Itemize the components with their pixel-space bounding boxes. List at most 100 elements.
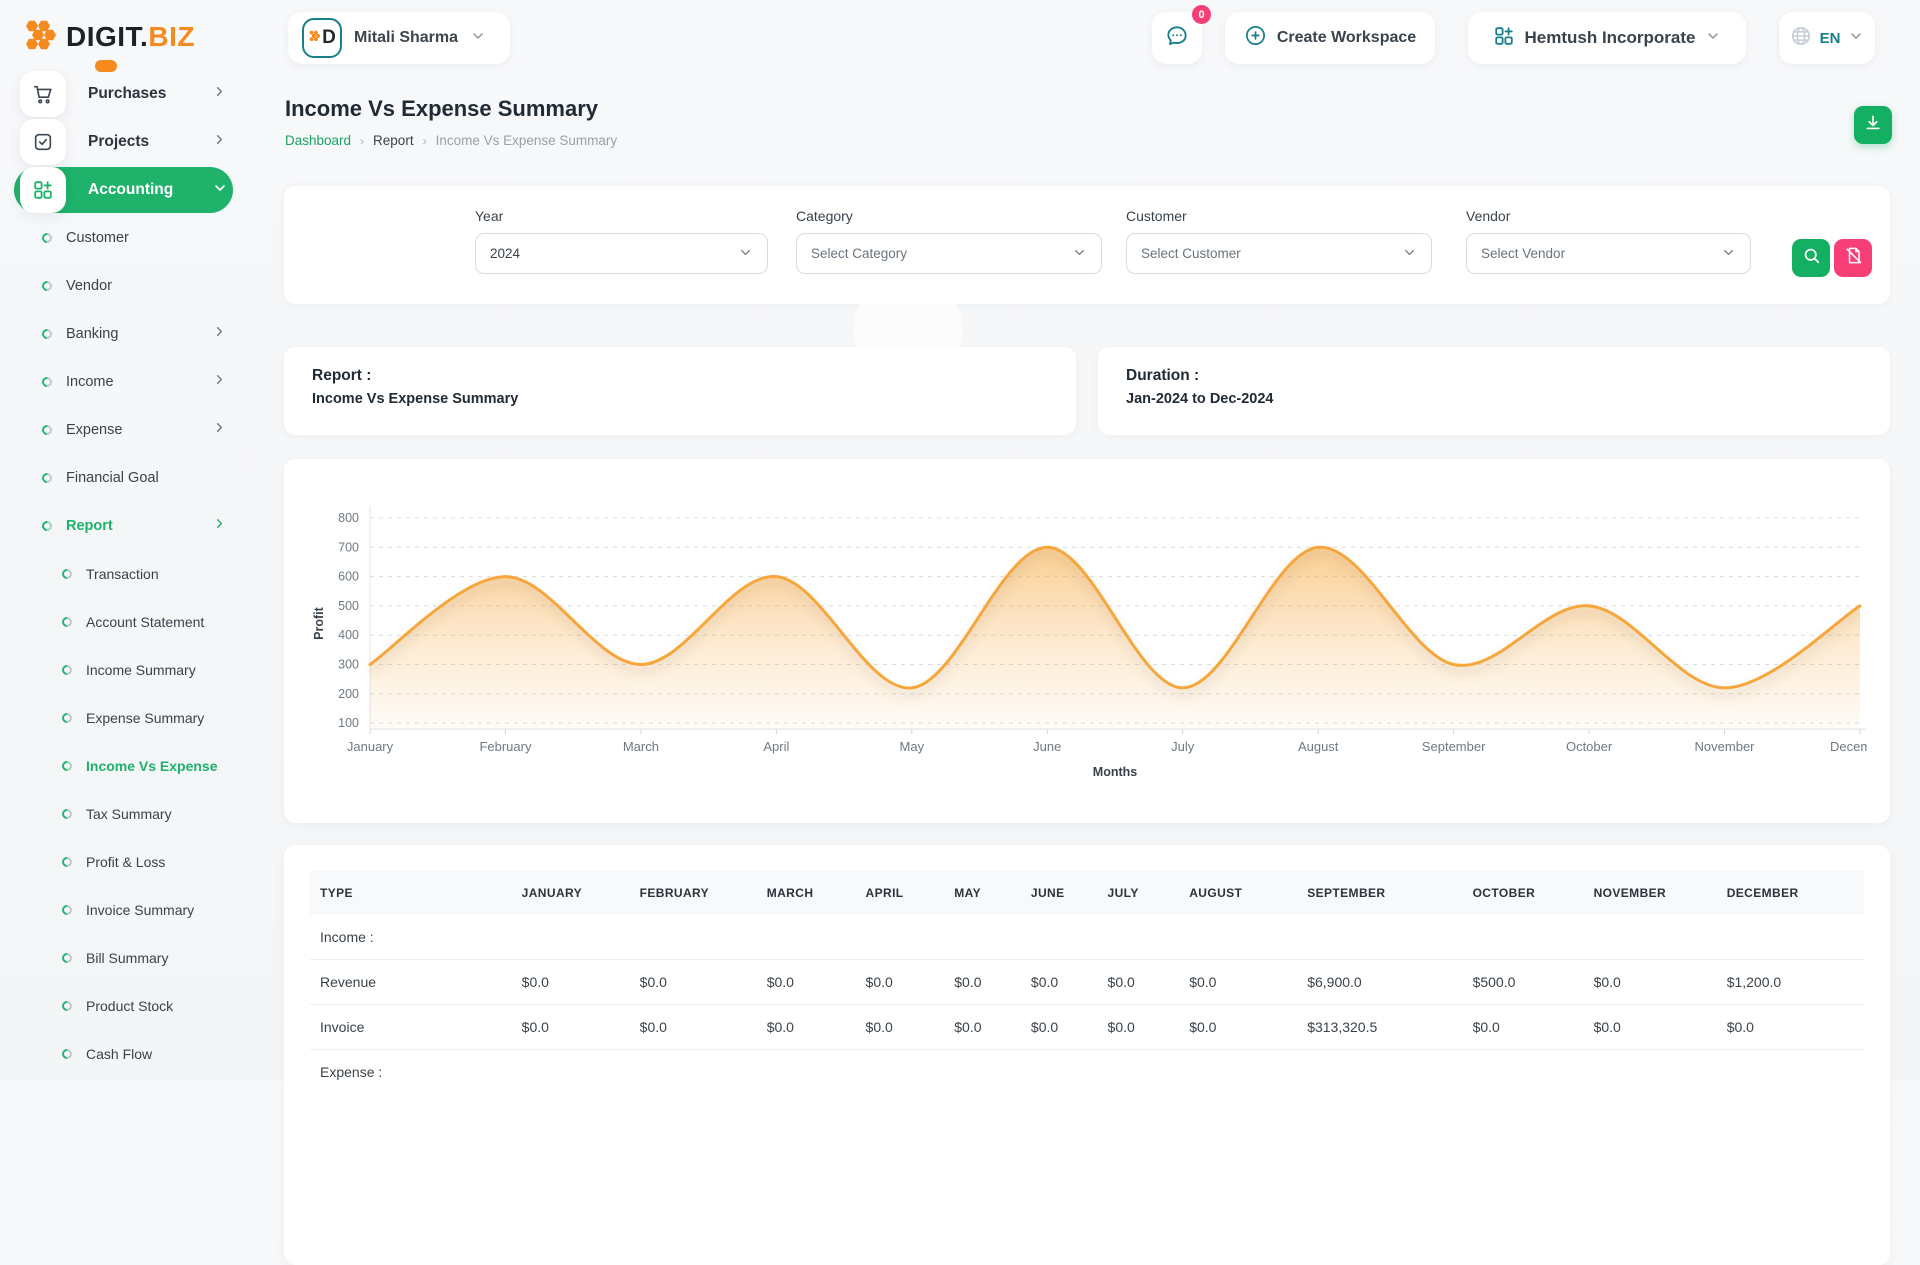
table-header-july: JULY: [1098, 871, 1180, 915]
cart-icon: [20, 71, 66, 117]
customer-label: Customer: [1126, 208, 1432, 224]
cell-value: $6,900.0: [1297, 960, 1462, 1005]
sidebar-item-income[interactable]: Income: [0, 358, 284, 406]
globe-icon: [1790, 25, 1812, 51]
table-header-september: SEPTEMBER: [1297, 871, 1462, 915]
year-select[interactable]: 2024: [475, 233, 768, 274]
sidebar-item-purchases[interactable]: Purchases: [0, 70, 284, 118]
avatar: D: [302, 18, 342, 58]
workspace-selector[interactable]: Hemtush Incorporate: [1468, 12, 1746, 64]
sidebar-item-cash-flow[interactable]: Cash Flow: [0, 1030, 284, 1078]
sidebar-item-label: Customer: [66, 230, 129, 246]
apply-filter-button[interactable]: [1792, 239, 1830, 277]
bullet-icon: [60, 711, 74, 725]
sidebar-item-label: Invoice Summary: [86, 902, 194, 918]
svg-text:January: January: [347, 739, 394, 754]
breadcrumb: Dashboard › Report › Income Vs Expense S…: [285, 133, 617, 148]
sidebar-item-projects[interactable]: Projects: [0, 118, 284, 166]
chevron-right-icon: [212, 84, 227, 104]
sidebar-item-label: Income Vs Expense: [86, 758, 218, 774]
income-expense-table: TYPEJANUARYFEBRUARYMARCHAPRILMAYJUNEJULY…: [310, 871, 1864, 1094]
bullet-icon: [60, 615, 74, 629]
breadcrumb-separator-icon: ›: [423, 134, 427, 148]
table-row-expense-: Expense :: [310, 1050, 1864, 1095]
svg-text:July: July: [1171, 739, 1195, 754]
sidebar-item-expense[interactable]: Expense: [0, 406, 284, 454]
chat-icon: [1164, 23, 1190, 54]
chevron-down-icon: [212, 180, 228, 201]
reset-filter-button[interactable]: [1834, 239, 1872, 277]
duration-summary-card: Duration : Jan-2024 to Dec-2024: [1098, 347, 1890, 435]
language-selector[interactable]: EN: [1779, 12, 1875, 64]
sidebar-item-transaction[interactable]: Transaction: [0, 550, 284, 598]
cell-value: $0.0: [1584, 1005, 1717, 1050]
sidebar-item-label: Income: [66, 374, 114, 390]
chat-button[interactable]: 0: [1152, 12, 1202, 64]
cell-value: $0.0: [1463, 1005, 1584, 1050]
row-label: Revenue: [310, 960, 512, 1005]
cell-value: $1,200.0: [1717, 960, 1864, 1005]
cell-value: $0.0: [856, 1005, 945, 1050]
bullet-icon: [40, 279, 54, 293]
app-logo: DIGIT.BIZ: [22, 16, 195, 57]
sidebar-item-customer[interactable]: Customer: [0, 214, 284, 262]
table-header-may: MAY: [944, 871, 1021, 915]
user-menu[interactable]: D Mitali Sharma: [288, 12, 510, 64]
sidebar-item-account-statement[interactable]: Account Statement: [0, 598, 284, 646]
search-icon: [1802, 246, 1821, 270]
chevron-right-icon: [212, 516, 227, 536]
sidebar-item-accounting[interactable]: Accounting: [0, 166, 284, 214]
sidebar-item-banking[interactable]: Banking: [0, 310, 284, 358]
download-button[interactable]: [1854, 106, 1892, 144]
vendor-label: Vendor: [1466, 208, 1751, 224]
create-workspace-button[interactable]: Create Workspace: [1225, 12, 1435, 64]
sidebar-item-label: Report: [66, 518, 113, 534]
sidebar-item-report[interactable]: Report: [0, 502, 284, 550]
sidebar-item-income-vs-expense[interactable]: Income Vs Expense: [0, 742, 284, 790]
chat-badge: 0: [1192, 5, 1211, 24]
breadcrumb-dashboard[interactable]: Dashboard: [285, 133, 351, 148]
category-select[interactable]: Select Category: [796, 233, 1102, 274]
svg-text:May: May: [900, 739, 925, 754]
table-header-june: JUNE: [1021, 871, 1098, 915]
bullet-icon: [60, 567, 74, 581]
sidebar-item-label: Cash Flow: [86, 1046, 152, 1062]
logo-text: DIGIT.BIZ: [66, 21, 195, 53]
breadcrumb-report[interactable]: Report: [373, 133, 414, 148]
svg-text:400: 400: [338, 628, 359, 642]
table-row-income-: Income :: [310, 915, 1864, 960]
profit-area-chart: 800700600500400300200100JanuaryFebruaryM…: [307, 471, 1867, 811]
sidebar-item-vendor[interactable]: Vendor: [0, 262, 284, 310]
duration-label: Duration :: [1126, 367, 1862, 385]
cell-value: $0.0: [512, 960, 630, 1005]
chevron-down-icon: [1721, 245, 1736, 263]
svg-text:June: June: [1033, 739, 1061, 754]
sidebar-item-label: Banking: [66, 326, 118, 342]
sidebar-item-product-stock[interactable]: Product Stock: [0, 982, 284, 1030]
plus-circle-icon: [1244, 24, 1267, 52]
customer-select[interactable]: Select Customer: [1126, 233, 1432, 274]
category-label: Category: [796, 208, 1102, 224]
sidebar-item-financial-goal[interactable]: Financial Goal: [0, 454, 284, 502]
bullet-icon: [40, 327, 54, 341]
svg-text:August: August: [1298, 739, 1339, 754]
sidebar-item-label: Account Statement: [86, 614, 204, 630]
chevron-right-icon: [212, 324, 227, 344]
svg-text:September: September: [1422, 739, 1486, 754]
logo-honeycomb-icon: [22, 16, 58, 57]
bullet-icon: [40, 519, 54, 533]
cell-value: $0.0: [944, 1005, 1021, 1050]
vendor-select[interactable]: Select Vendor: [1466, 233, 1751, 274]
sidebar-item-tax-summary[interactable]: Tax Summary: [0, 790, 284, 838]
sidebar-item-income-summary[interactable]: Income Summary: [0, 646, 284, 694]
filter-panel: Year 2024 Category Select Category Custo…: [284, 186, 1890, 304]
sidebar-item-invoice-summary[interactable]: Invoice Summary: [0, 886, 284, 934]
chevron-down-icon: [1402, 245, 1417, 263]
sidebar-item-label: Vendor: [66, 278, 112, 294]
sidebar-item-expense-summary[interactable]: Expense Summary: [0, 694, 284, 742]
sidebar-item-bill-summary[interactable]: Bill Summary: [0, 934, 284, 982]
svg-text:500: 500: [338, 599, 359, 613]
table-header-november: NOVEMBER: [1584, 871, 1717, 915]
sidebar-item-profit-loss[interactable]: Profit & Loss: [0, 838, 284, 886]
cell-value: $0.0: [1179, 1005, 1297, 1050]
